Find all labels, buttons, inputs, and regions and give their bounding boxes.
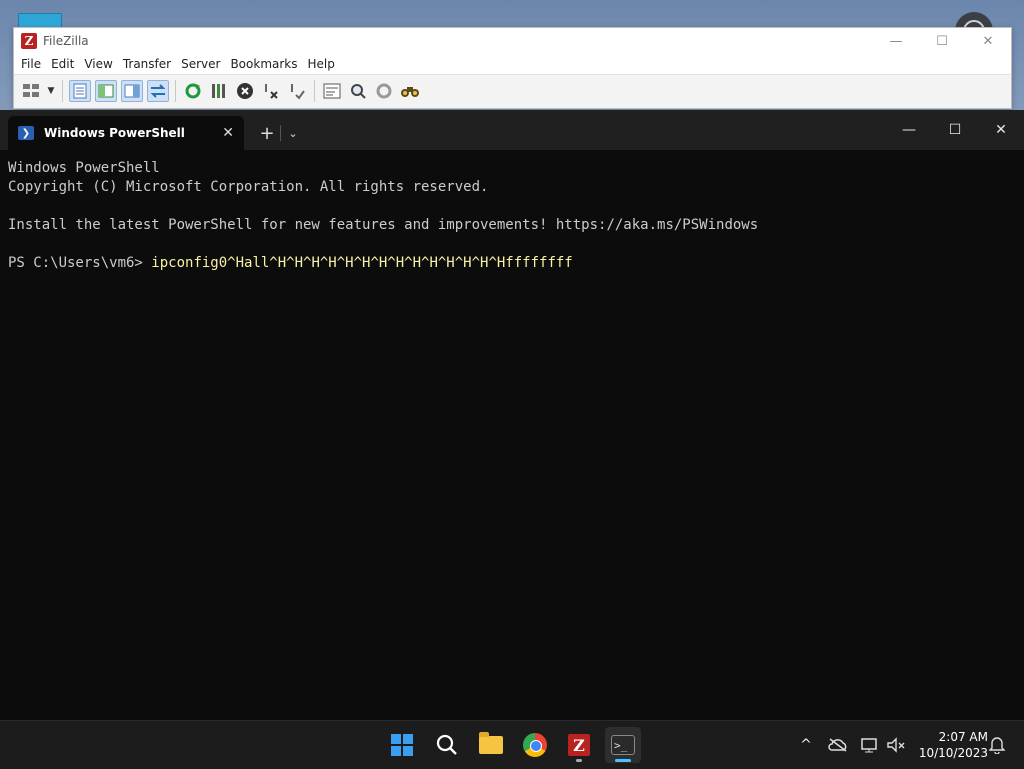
menu-edit[interactable]: Edit	[51, 57, 74, 71]
prompt-line: PS C:\Users\vm6> ipconfig0^Hall^H^H^H^H^…	[8, 254, 1016, 273]
file-explorer-icon[interactable]	[473, 727, 509, 763]
search-icon[interactable]	[429, 727, 465, 763]
menu-bookmarks[interactable]: Bookmarks	[230, 57, 297, 71]
filezilla-menubar: File Edit View Transfer Server Bookmarks…	[14, 54, 1011, 74]
filezilla-window: Z FileZilla — ☐ ✕ File Edit View Transfe…	[13, 27, 1012, 109]
onedrive-icon[interactable]	[826, 721, 850, 769]
output-line: Install the latest PowerShell for new fe…	[8, 217, 759, 233]
filezilla-logo-icon: Z	[21, 33, 37, 49]
terminal-minimize-button[interactable]: —	[886, 110, 932, 150]
sync-browse-icon[interactable]	[373, 80, 395, 102]
show-hidden-icons-chevron-icon[interactable]: ^	[794, 721, 818, 769]
disconnect-icon[interactable]	[260, 80, 282, 102]
terminal-output[interactable]: Windows PowerShell Copyright (C) Microsof…	[0, 150, 1024, 282]
new-tab-button[interactable]: +	[254, 116, 280, 150]
menu-help[interactable]: Help	[308, 57, 335, 71]
toggle-message-log-icon[interactable]	[69, 80, 91, 102]
terminal-icon[interactable]: >_	[605, 727, 641, 763]
notification-bell-icon[interactable]	[985, 721, 1009, 769]
tab-title: Windows PowerShell	[44, 126, 185, 140]
dropdown-icon[interactable]: ▼	[46, 80, 56, 102]
filezilla-title: FileZilla	[43, 34, 89, 48]
command-input[interactable]: ipconfig0^Hall^H^H^H^H^H^H^H^H^H^H^H^H^H…	[151, 255, 572, 271]
tab-close-icon[interactable]: ✕	[222, 125, 234, 141]
terminal-window: ❯ Windows PowerShell ✕ + ⌄ — ☐ ✕ Windows…	[0, 110, 1024, 720]
menu-file[interactable]: File	[21, 57, 41, 71]
process-queue-icon[interactable]	[208, 80, 230, 102]
network-icon[interactable]	[858, 721, 882, 769]
terminal-maximize-button[interactable]: ☐	[932, 110, 978, 150]
reconnect-icon[interactable]	[286, 80, 308, 102]
filezilla-minimize-button[interactable]: —	[873, 28, 919, 54]
active-indicator	[615, 759, 631, 762]
toggle-remote-tree-icon[interactable]	[121, 80, 143, 102]
running-indicator	[576, 759, 582, 762]
powershell-icon: ❯	[18, 126, 34, 140]
filezilla-close-button[interactable]: ✕	[965, 28, 1011, 54]
refresh-icon[interactable]	[182, 80, 204, 102]
menu-server[interactable]: Server	[181, 57, 220, 71]
prompt: PS C:\Users\vm6>	[8, 255, 152, 271]
site-manager-icon[interactable]	[20, 80, 42, 102]
directory-filter-icon[interactable]	[321, 80, 343, 102]
volume-muted-icon[interactable]	[885, 721, 907, 769]
start-icon[interactable]	[384, 727, 420, 763]
cancel-icon[interactable]	[234, 80, 256, 102]
filezilla-titlebar[interactable]: Z FileZilla — ☐ ✕	[14, 28, 1011, 54]
filezilla-toolbar: ▼	[14, 74, 1011, 107]
toggle-transfer-queue-icon[interactable]	[147, 80, 169, 102]
filezilla-maximize-button[interactable]: ☐	[919, 28, 965, 54]
chrome-icon[interactable]	[517, 727, 553, 763]
search-remote-icon[interactable]	[399, 80, 421, 102]
clock-time: 2:07 AM	[938, 730, 988, 744]
toggle-local-tree-icon[interactable]	[95, 80, 117, 102]
filezilla-task-logo: Z	[568, 734, 590, 756]
terminal-tabbar[interactable]: ❯ Windows PowerShell ✕ + ⌄ — ☐ ✕	[0, 110, 1024, 150]
clock[interactable]: 2:07 AM 10/10/2023	[912, 729, 988, 761]
tab-dropdown-button[interactable]: ⌄	[281, 116, 305, 150]
menu-view[interactable]: View	[84, 57, 112, 71]
output-line: Copyright (C) Microsoft Corporation. All…	[8, 179, 489, 195]
taskbar: Z >_ ^ 2:07 AM 10/10/2023	[0, 720, 1024, 769]
terminal-close-button[interactable]: ✕	[978, 110, 1024, 150]
tab-windows-powershell[interactable]: ❯ Windows PowerShell ✕	[8, 116, 244, 150]
compare-icon[interactable]	[347, 80, 369, 102]
output-line: Windows PowerShell	[8, 160, 160, 176]
clock-date: 10/10/2023	[918, 746, 988, 760]
menu-transfer[interactable]: Transfer	[123, 57, 171, 71]
filezilla-icon[interactable]: Z	[561, 727, 597, 763]
